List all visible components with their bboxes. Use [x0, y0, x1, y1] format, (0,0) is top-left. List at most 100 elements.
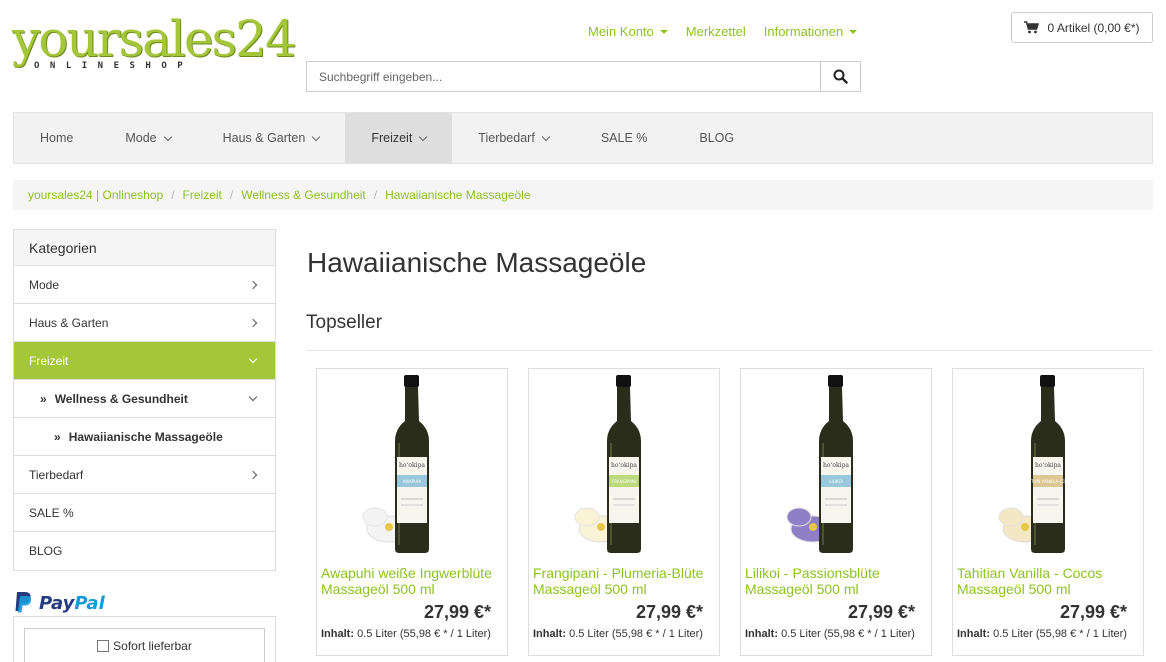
product-content-info: Inhalt: 0.5 Liter (55,98 € * / 1 Liter) — [745, 628, 915, 640]
sidebar-item-label: Wellness & Gesundheit — [54, 391, 188, 406]
instock-checkbox[interactable] — [97, 640, 110, 652]
bottle-label: hoʻokipa TAHITIAN VANILLA-COCOS — [1021, 457, 1075, 523]
chevron-right-icon — [248, 318, 258, 327]
sidebar-item-label: SALE % — [29, 505, 74, 520]
product-name[interactable]: Lilikoi - Passionsblüte Massageöl 500 ml — [745, 565, 929, 597]
bottle-label: hoʻokipa FRANGIPANI — [609, 457, 639, 523]
chevron-down-icon — [248, 392, 258, 402]
content-label: Inhalt: — [533, 628, 566, 640]
logo-subtitle: ONLINESHOP — [34, 61, 194, 71]
breadcrumb-current[interactable]: Hawaiianische Massageöle — [385, 188, 530, 202]
search-icon — [833, 69, 848, 84]
sidebar-item-wellness[interactable]: » Wellness & Gesundheit — [14, 380, 275, 418]
filter-panel: Sofort lieferbar — [13, 616, 276, 662]
sidebar-item-hawaiian-oils[interactable]: » Hawaiianische Massageöle — [14, 418, 275, 456]
product-content-info: Inhalt: 0.5 Liter (55,98 € * / 1 Liter) — [321, 628, 491, 640]
chevron-down-icon — [248, 354, 258, 364]
nav-item-blog[interactable]: BLOG — [673, 113, 760, 163]
sidebar-item-sale[interactable]: SALE % — [14, 494, 275, 532]
product-name[interactable]: Awapuhi weiße Ingwerblüte Massageöl 500 … — [321, 565, 505, 597]
sidebar-item-label: BLOG — [29, 544, 63, 558]
search-bar — [306, 61, 861, 92]
main-navigation: Home Mode Haus & Garten Freizeit Tierbed… — [13, 112, 1153, 164]
nav-item-tierbedarf[interactable]: Tierbedarf — [452, 113, 575, 163]
breadcrumb-separator: / — [229, 188, 234, 202]
top-navigation: Mein Konto Merkzettel Informationen — [588, 24, 858, 39]
bottle-label-text: AWAPUHI — [403, 479, 422, 484]
my-account-label: Mein Konto — [588, 24, 654, 39]
product-price: 27,99 €* — [847, 602, 915, 622]
page-title: Hawaiianische Massageöle — [307, 247, 647, 278]
bottle-label: hoʻokipa AWAPUHI — [397, 457, 427, 523]
product-price: 27,99 €* — [1059, 602, 1127, 622]
nav-label: Haus & Garten — [222, 131, 306, 145]
product-price: 27,99 €* — [635, 602, 703, 622]
information-link[interactable]: Informationen — [764, 24, 858, 39]
product-image[interactable]: hoʻokipa AWAPUHI — [317, 369, 507, 559]
product-image[interactable]: hoʻokipa TAHITIAN VANILLA-COCOS — [953, 369, 1143, 559]
sidebar-item-label: Freizeit — [29, 353, 69, 368]
content-value: 0.5 Liter (55,98 € * / 1 Liter) — [357, 628, 491, 640]
product-name[interactable]: Tahitian Vanilla - Cocos Massageöl 500 m… — [957, 565, 1141, 597]
paypal-wordmark: PayPal — [39, 593, 105, 614]
sidebar-item-tierbedarf[interactable]: Tierbedarf — [14, 456, 275, 494]
product-image[interactable]: hoʻokipa FRANGIPANI — [529, 369, 719, 559]
chevron-down-icon — [849, 29, 858, 34]
sidebar-item-haus-garten[interactable]: Haus & Garten — [14, 304, 275, 342]
chevron-down-icon — [163, 132, 172, 141]
nav-item-sale[interactable]: SALE % — [575, 113, 674, 163]
cart-button[interactable]: 0 Artikel (0,00 €*) — [1011, 12, 1153, 43]
breadcrumb: yoursales24 | Onlineshop / Freizeit / Well… — [13, 180, 1153, 210]
content-label: Inhalt: — [745, 628, 778, 640]
category-sidebar: Kategorien Mode Haus & Garten Freizeit »… — [13, 229, 276, 571]
cart-summary: 0 Artikel (0,00 €*) — [1047, 20, 1140, 35]
information-label: Informationen — [763, 24, 844, 39]
product-card[interactable]: hoʻokipa LILIKOI Lilikoi - Passionsblüte … — [740, 368, 932, 656]
product-content-info: Inhalt: 0.5 Liter (55,98 € * / 1 Liter) — [533, 628, 703, 640]
chevron-down-icon — [541, 132, 551, 141]
product-name[interactable]: Frangipani - Plumeria-Blüte Massageöl 50… — [533, 565, 717, 597]
sidebar-item-freizeit[interactable]: Freizeit — [14, 342, 275, 380]
breadcrumb-home[interactable]: yoursales24 | Onlineshop — [28, 188, 163, 202]
content-value: 0.5 Liter (55,98 € * / 1 Liter) — [569, 628, 703, 640]
nav-label: Home — [40, 131, 74, 145]
sidebar-item-mode[interactable]: Mode — [14, 266, 275, 304]
my-account-link[interactable]: Mein Konto — [588, 24, 668, 39]
product-card[interactable]: hoʻokipa TAHITIAN VANILLA-COCOS Tahitian … — [952, 368, 1144, 656]
sidebar-item-label: Mode — [29, 277, 60, 292]
bottle-brand: hoʻokipa — [399, 462, 425, 469]
nav-item-home[interactable]: Home — [14, 113, 99, 163]
product-price: 27,99 €* — [423, 602, 491, 622]
product-image[interactable]: hoʻokipa LILIKOI — [741, 369, 931, 559]
shop-logo[interactable]: yoursales24 ONLINESHOP — [12, 14, 297, 74]
paypal-pay-text: Pay — [39, 592, 75, 614]
wishlist-link[interactable]: Merkzettel — [686, 24, 746, 39]
nav-label: Mode — [125, 131, 157, 145]
paypal-icon — [15, 592, 32, 613]
bottle-brand: hoʻokipa — [611, 462, 637, 469]
search-input[interactable] — [307, 62, 820, 91]
product-card[interactable]: hoʻokipa AWAPUHI Awapuhi weiße Ingwerblüt… — [316, 368, 508, 656]
paypal-pal-text: Pal — [74, 592, 105, 614]
chevron-down-icon — [312, 132, 321, 141]
divider — [306, 350, 1153, 351]
nav-item-haus-garten[interactable]: Haus & Garten — [197, 113, 346, 163]
instock-filter[interactable]: Sofort lieferbar — [24, 628, 265, 662]
breadcrumb-separator: / — [373, 188, 378, 202]
bottle-brand: hoʻokipa — [823, 462, 849, 469]
nav-item-freizeit[interactable]: Freizeit — [345, 113, 453, 163]
bottle-label-text: TAHITIAN VANILLA-COCOS — [1021, 479, 1075, 484]
sidebar-item-blog[interactable]: BLOG — [14, 532, 275, 570]
sidebar-item-label: Hawaiianische Massageöle — [68, 429, 223, 444]
wishlist-label: Merkzettel — [685, 24, 746, 39]
nav-item-mode[interactable]: Mode — [99, 113, 196, 163]
breadcrumb-wellness[interactable]: Wellness & Gesundheit — [241, 188, 366, 202]
product-card[interactable]: hoʻokipa FRANGIPANI Frangipani - Plumeria… — [528, 368, 720, 656]
bottle-label-text: FRANGIPANI — [612, 479, 636, 484]
breadcrumb-freizeit[interactable]: Freizeit — [183, 188, 222, 202]
nav-label: Tierbedarf — [478, 131, 535, 145]
raquo-icon: » — [54, 429, 61, 444]
nav-label: SALE % — [600, 131, 648, 145]
search-button[interactable] — [820, 62, 860, 91]
breadcrumb-separator: / — [171, 188, 175, 202]
